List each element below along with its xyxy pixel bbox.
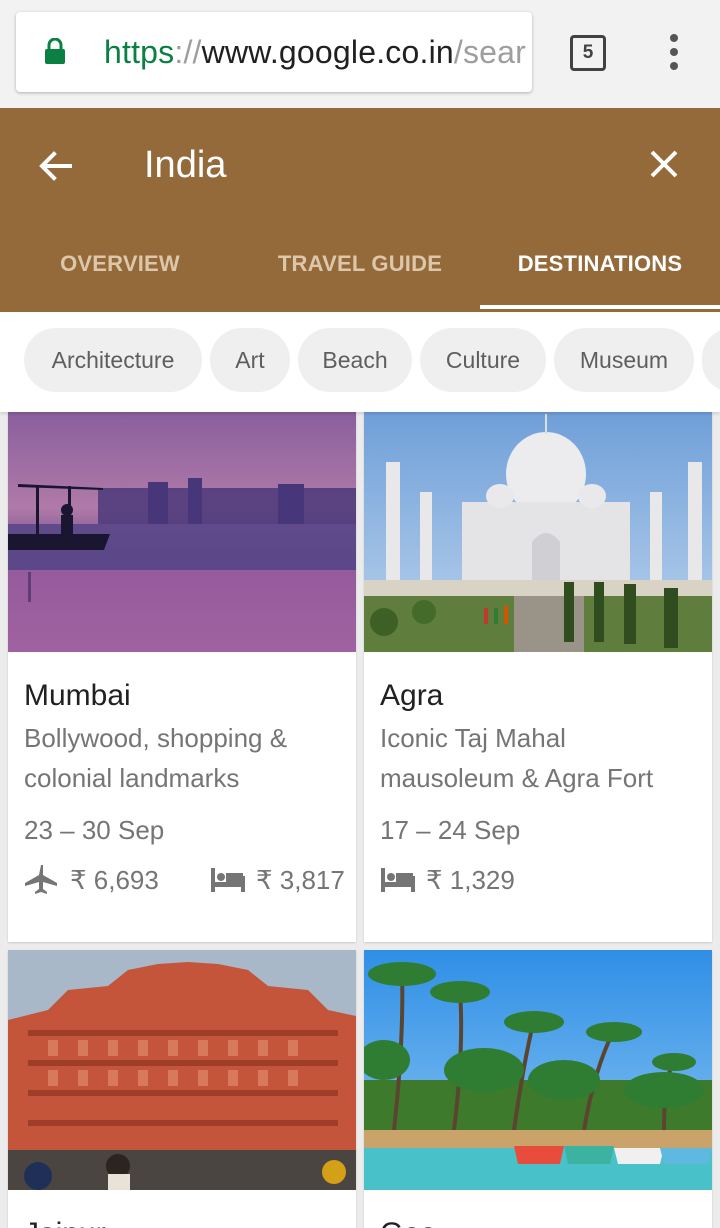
hotel-price: ₹ 3,817 (256, 865, 345, 895)
goa-photo (364, 950, 712, 1190)
flight-price: ₹ 6,693 (70, 865, 159, 895)
more-vert-icon[interactable] (664, 34, 684, 74)
chip-culture[interactable]: Culture (420, 328, 546, 392)
url-scheme: https (104, 34, 175, 70)
tab-bar: OVERVIEW TRAVEL GUIDE DESTINATIONS (0, 232, 720, 312)
browser-toolbar: https://www.google.co.in/sear 5 (0, 0, 720, 108)
tab-destinations[interactable]: DESTINATIONS (480, 232, 720, 312)
close-icon[interactable] (640, 140, 688, 188)
chip-beach[interactable]: Beach (298, 328, 412, 392)
destination-dates: 23 – 30 Sep (24, 815, 165, 845)
destination-card-goa[interactable]: Goa (364, 950, 712, 1228)
destination-name: Goa (380, 1214, 437, 1228)
arrow-back-icon[interactable] (34, 144, 78, 188)
hotel-price: ₹ 1,329 (426, 865, 515, 895)
destination-description: Iconic Taj Mahal mausoleum & Agra Fort (380, 723, 654, 793)
destination-name: Jaipur (24, 1214, 106, 1228)
lock-icon (45, 38, 65, 64)
page-title: India (144, 144, 227, 186)
agra-photo (364, 412, 712, 652)
url-separator: :// (174, 34, 202, 70)
destination-name: Mumbai (24, 679, 131, 712)
destination-card-jaipur[interactable]: Jaipur (8, 950, 356, 1228)
chip-art[interactable]: Art (210, 328, 290, 392)
chip-partial[interactable] (702, 328, 720, 392)
active-tab-indicator (480, 305, 720, 309)
address-bar[interactable]: https://www.google.co.in/sear (16, 12, 532, 92)
destination-dates: 17 – 24 Sep (380, 815, 521, 845)
destination-description: Bollywood, shopping & colonial landmarks (24, 723, 288, 793)
tab-switcher-button[interactable]: 5 (570, 35, 606, 71)
destination-card-agra[interactable]: Agra Iconic Taj Mahal mausoleum & Agra F… (364, 412, 712, 942)
jaipur-photo (8, 950, 356, 1190)
chip-museum[interactable]: Museum (554, 328, 694, 392)
destination-name: Agra (380, 679, 444, 712)
app-header: India OVERVIEW TRAVEL GUIDE DESTINATIONS (0, 108, 720, 312)
hotel-icon (381, 868, 415, 892)
tab-overview[interactable]: OVERVIEW (0, 232, 240, 312)
mumbai-photo (8, 412, 356, 652)
filter-chips: Architecture Art Beach Culture Museum (0, 312, 720, 412)
url-text: https://www.google.co.in/sear (104, 30, 526, 74)
url-host: www.google.co.in (201, 34, 454, 70)
hotel-icon (211, 868, 245, 892)
url-path: /sear (453, 34, 527, 70)
destination-card-mumbai[interactable]: Mumbai Bollywood, shopping & colonial la… (8, 412, 356, 942)
flight-icon (25, 865, 57, 894)
tab-travel-guide[interactable]: TRAVEL GUIDE (240, 232, 480, 312)
chip-architecture[interactable]: Architecture (24, 328, 202, 392)
